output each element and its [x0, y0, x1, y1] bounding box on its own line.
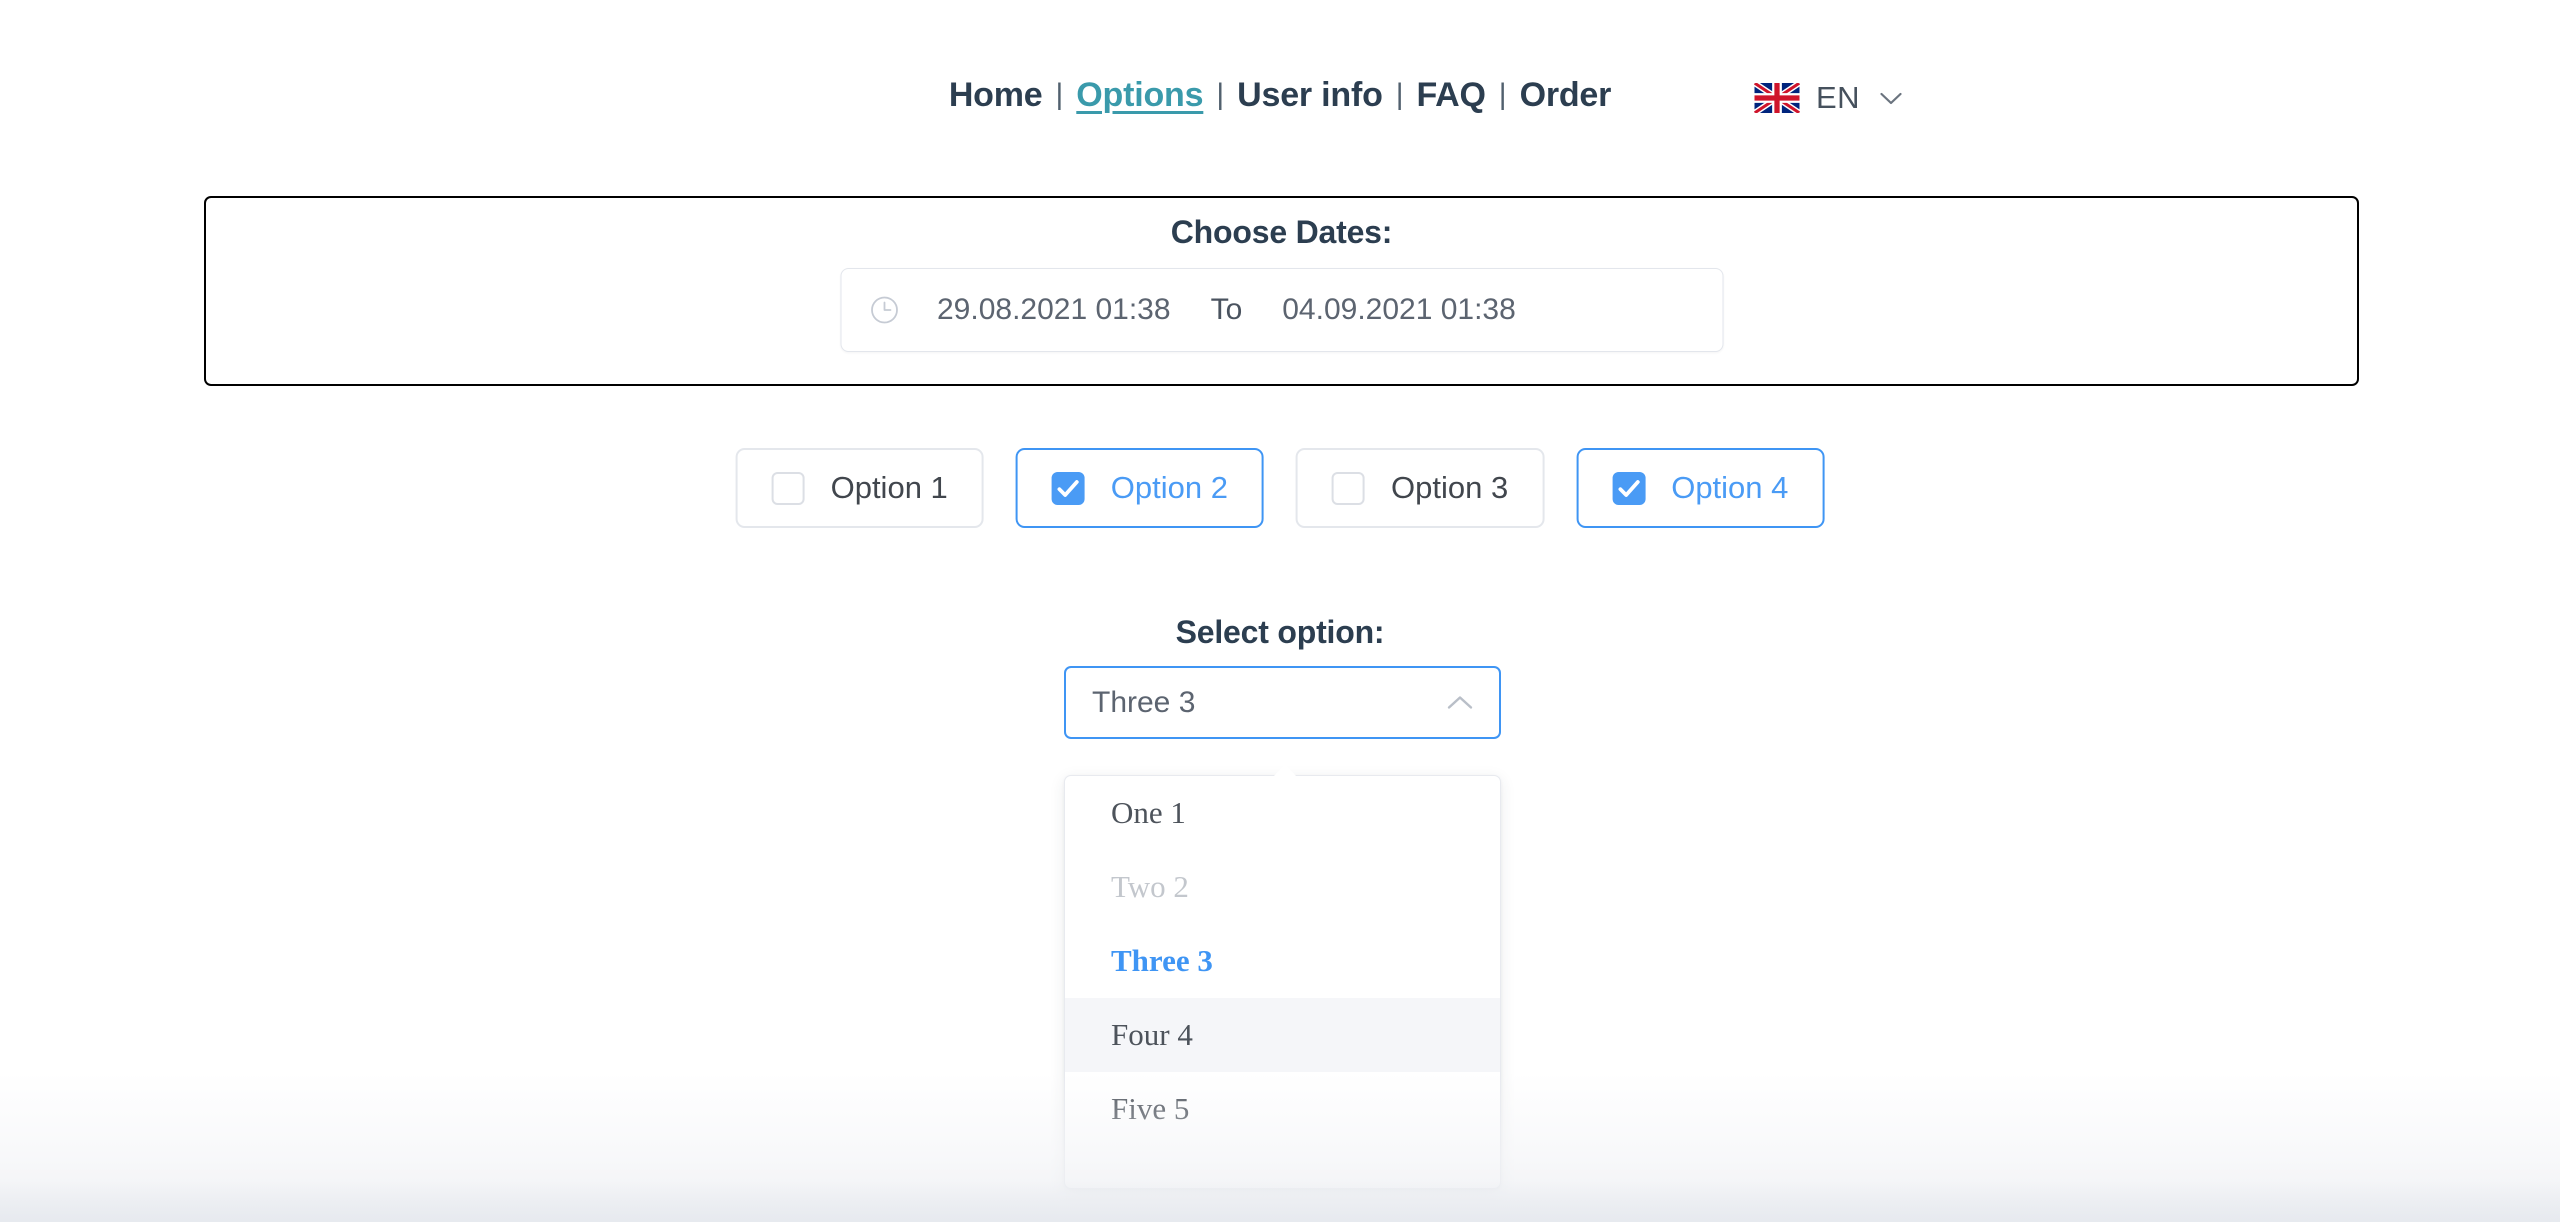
uk-flag-icon — [1754, 83, 1800, 113]
option-label: Option 3 — [1391, 470, 1509, 505]
choose-dates-card: Choose Dates: 29.08.2021 01:38 To 04.09.… — [204, 196, 2359, 386]
option-4-checkbox-button[interactable]: Option 4 — [1576, 448, 1825, 528]
main-nav: Home | Options | User info | FAQ | Order — [949, 76, 1612, 115]
checkbox-indicator[interactable] — [1332, 471, 1365, 505]
dropdown-caret-icon — [1274, 764, 1296, 776]
option-label: Option 1 — [830, 470, 948, 505]
option-2-checkbox-button[interactable]: Option 2 — [1015, 448, 1264, 528]
option-label: Option 2 — [1110, 470, 1228, 505]
date-from-value[interactable]: 29.08.2021 01:38 — [937, 293, 1171, 327]
dropdown-item-four[interactable]: Four 4 — [1065, 998, 1500, 1072]
date-to-value[interactable]: 04.09.2021 01:38 — [1282, 293, 1516, 327]
page-root: Home | Options | User info | FAQ | Order… — [0, 0, 2560, 1222]
date-range-input[interactable]: 29.08.2021 01:38 To 04.09.2021 01:38 — [840, 268, 1723, 352]
date-range-separator: To — [1210, 293, 1243, 326]
top-navigation-bar: Home | Options | User info | FAQ | Order… — [0, 0, 2560, 185]
options-checkbox-group: Option 1 Option 2 Option 3 Option 4 — [735, 448, 1825, 528]
dropdown-item-one[interactable]: One 1 — [1065, 776, 1500, 850]
select-option-dropdown-list: One 1 Two 2 Three 3 Four 4 Five 5 — [1064, 775, 1501, 1189]
checkbox-indicator[interactable] — [771, 471, 805, 505]
option-3-checkbox-button[interactable]: Option 3 — [1296, 448, 1545, 528]
nav-item-options[interactable]: Options — [1076, 76, 1203, 115]
select-selected-value: Three 3 — [1092, 685, 1196, 719]
chevron-down-icon — [1880, 92, 1902, 104]
nav-separator: | — [1395, 77, 1404, 111]
chevron-up-icon — [1447, 696, 1473, 709]
nav-separator: | — [1055, 77, 1064, 111]
dropdown-item-five[interactable]: Five 5 — [1065, 1072, 1500, 1146]
option-label: Option 4 — [1671, 470, 1789, 505]
clock-icon — [870, 296, 898, 324]
nav-item-home[interactable]: Home — [949, 76, 1043, 115]
dropdown-item-two: Two 2 — [1111, 869, 1189, 904]
check-icon — [1618, 479, 1640, 497]
nav-item-order[interactable]: Order — [1520, 76, 1612, 115]
language-selector[interactable]: EN — [1754, 80, 1902, 116]
check-icon — [1057, 479, 1079, 497]
select-option-title: Select option: — [1175, 614, 1385, 650]
checkbox-indicator[interactable] — [1051, 471, 1085, 505]
nav-separator: | — [1216, 77, 1225, 111]
nav-item-faq[interactable]: FAQ — [1416, 76, 1485, 115]
language-code: EN — [1816, 80, 1860, 115]
checkbox-indicator[interactable] — [1612, 471, 1646, 505]
option-1-checkbox-button[interactable]: Option 1 — [735, 448, 984, 528]
choose-dates-title: Choose Dates: — [1170, 214, 1393, 250]
select-option-dropdown-trigger[interactable]: Three 3 — [1064, 666, 1501, 739]
nav-separator: | — [1498, 77, 1507, 111]
nav-item-user-info[interactable]: User info — [1237, 76, 1383, 115]
dropdown-item-three[interactable]: Three 3 — [1065, 924, 1500, 998]
